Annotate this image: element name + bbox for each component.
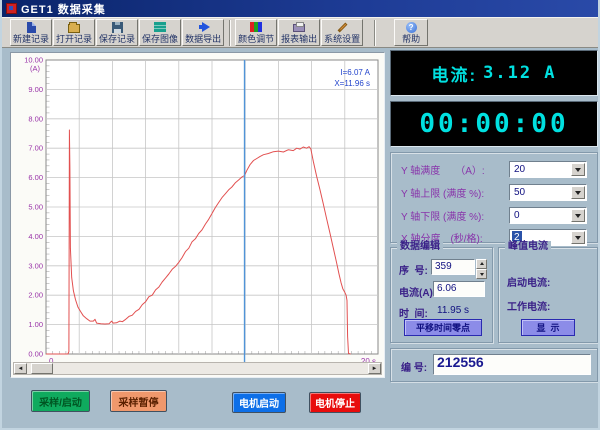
sample-pause-button[interactable]: 采样暂停	[110, 390, 167, 412]
scroll-thumb[interactable]	[31, 363, 53, 374]
svg-text:8.00: 8.00	[28, 114, 43, 123]
chart-panel: 10.009.008.007.006.005.004.003.002.001.0…	[10, 52, 385, 378]
current-time-chart[interactable]: 10.009.008.007.006.005.004.003.002.001.0…	[12, 54, 383, 363]
index-label: 序 号:	[399, 262, 428, 277]
scroll-track[interactable]	[27, 363, 368, 374]
title-bar: GET1 数据采集	[2, 0, 600, 17]
chevron-down-icon[interactable]	[571, 186, 585, 199]
save-record-icon	[112, 21, 123, 33]
new-record-button[interactable]: 新建记录	[10, 19, 52, 46]
system-settings-button[interactable]: 系统设置	[321, 19, 363, 46]
current-led-value: 3.12 A	[483, 63, 556, 83]
svg-text:X=11.96 s: X=11.96 s	[334, 79, 370, 88]
record-number-label: 编 号:	[401, 359, 427, 374]
time-label: 时 间:	[399, 305, 428, 320]
svg-text:3.00: 3.00	[28, 261, 43, 270]
data-edit-group: 数据编辑 序 号: 359 电流(A): 6.06 时 间: 11.95 s 平…	[390, 247, 493, 343]
chart-hscrollbar[interactable]: ◄ ►	[13, 362, 382, 375]
svg-text:7.00: 7.00	[28, 144, 43, 153]
axis-settings-group: Y 轴满度 （A）: 20 Y 轴上限 (满度 %): 50 Y 轴下限 (满度…	[390, 152, 598, 243]
index-field[interactable]: 359	[431, 259, 475, 275]
record-number-group: 编 号: 212556	[390, 348, 598, 382]
spinner-up-arrow[interactable]	[476, 259, 487, 269]
y-fullscale-label: Y 轴满度 （A）:	[401, 162, 485, 177]
y-fullscale-dropdown[interactable]: 20	[509, 161, 587, 178]
color-adjust-button[interactable]: 颜色调节	[235, 19, 277, 46]
current-led-label: 电流:	[431, 61, 477, 86]
svg-text:5.00: 5.00	[28, 203, 43, 212]
report-output-button[interactable]: 报表输出	[278, 19, 320, 46]
sample-start-button[interactable]: 采样/启动	[31, 390, 90, 412]
work-current-label: 工作电流:	[507, 298, 550, 313]
shift-time-zero-button[interactable]: 平移时间零点	[404, 319, 482, 336]
y-lower-limit-dropdown[interactable]: 0	[509, 207, 587, 224]
toolbar-separator	[229, 20, 231, 46]
color-adjust-icon	[250, 21, 262, 33]
current-edit-label: 电流(A):	[399, 284, 436, 299]
data-edit-title: 数据编辑	[397, 241, 443, 253]
chevron-down-icon[interactable]	[571, 209, 585, 222]
current-edit-field[interactable]: 6.06	[433, 281, 485, 297]
y-lower-limit-label: Y 轴下限 (满度 %):	[401, 208, 484, 223]
spinner-down-arrow[interactable]	[476, 269, 487, 279]
show-button[interactable]: 显 示	[521, 319, 575, 336]
svg-text:4.00: 4.00	[28, 232, 43, 241]
open-record-icon	[68, 21, 80, 33]
current-led-display: 电流: 3.12 A	[390, 50, 598, 96]
svg-text:9.00: 9.00	[28, 85, 43, 94]
toolbar: 新建记录 打开记录 保存记录 保存图像 数据导出 颜色调节 报表输出	[2, 17, 600, 48]
peak-current-title: 峰值电流	[505, 241, 551, 253]
peak-current-group: 峰值电流 启动电流: 工作电流: 显 示	[498, 247, 598, 343]
app-icon	[6, 3, 17, 14]
help-button[interactable]: ? 帮助	[394, 19, 428, 46]
help-icon: ?	[406, 21, 417, 33]
new-record-icon	[27, 21, 36, 33]
index-spinner	[476, 259, 487, 275]
record-number-field[interactable]: 212556	[433, 354, 591, 375]
export-data-icon	[197, 21, 210, 33]
svg-text:1.00: 1.00	[28, 320, 43, 329]
toolbar-separator	[374, 20, 376, 46]
scroll-right-arrow[interactable]: ►	[368, 363, 381, 374]
save-image-icon	[154, 21, 166, 33]
system-settings-icon	[337, 21, 348, 33]
svg-text:0.00: 0.00	[28, 350, 43, 359]
svg-text:I=6.07 A: I=6.07 A	[340, 68, 370, 77]
save-image-button[interactable]: 保存图像	[139, 19, 181, 46]
timer-led-value: 00:00:00	[419, 109, 568, 139]
save-record-button[interactable]: 保存记录	[96, 19, 138, 46]
y-upper-limit-label: Y 轴上限 (满度 %):	[401, 185, 484, 200]
y-upper-limit-dropdown[interactable]: 50	[509, 184, 587, 201]
open-record-button[interactable]: 打开记录	[53, 19, 95, 46]
motor-start-button[interactable]: 电机启动	[232, 392, 286, 413]
chevron-down-icon[interactable]	[571, 231, 585, 244]
timer-led-display: 00:00:00	[390, 101, 598, 147]
motor-stop-button[interactable]: 电机停止	[309, 392, 361, 413]
svg-text:(A): (A)	[30, 64, 41, 73]
svg-text:6.00: 6.00	[28, 173, 43, 182]
report-output-icon	[293, 21, 305, 33]
svg-text:2.00: 2.00	[28, 291, 43, 300]
start-current-label: 启动电流:	[507, 274, 550, 289]
time-value: 11.95 s	[437, 305, 469, 316]
export-data-button[interactable]: 数据导出	[182, 19, 224, 46]
chevron-down-icon[interactable]	[571, 163, 585, 176]
scroll-left-arrow[interactable]: ◄	[14, 363, 27, 374]
window-title: GET1 数据采集	[21, 1, 106, 17]
app-window: GET1 数据采集 新建记录 打开记录 保存记录 保存图像 数据导出 颜	[0, 0, 600, 430]
